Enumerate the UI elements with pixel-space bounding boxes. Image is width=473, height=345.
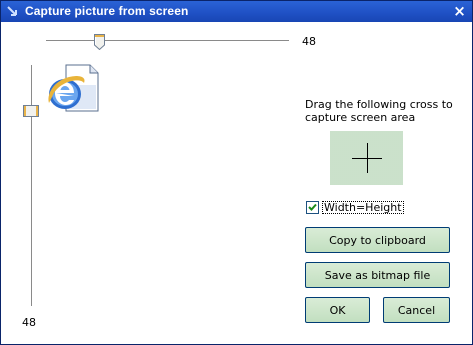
vertical-slider-track	[31, 65, 33, 306]
cancel-button[interactable]: Cancel	[383, 297, 450, 323]
capture-dialog: Capture picture from screen × 48 48 Drag…	[0, 0, 473, 345]
window-title: Capture picture from screen	[25, 4, 189, 18]
horizontal-size-slider[interactable]	[41, 34, 291, 51]
crosshair-drag-area[interactable]	[330, 131, 403, 185]
close-button[interactable]: ×	[451, 3, 468, 19]
internet-explorer-document-icon	[46, 63, 100, 115]
arrow-icon	[6, 5, 18, 17]
copy-to-clipboard-button[interactable]: Copy to clipboard	[305, 227, 450, 253]
width-equals-height-label: Width=Height	[322, 201, 404, 214]
save-as-bitmap-button[interactable]: Save as bitmap file	[305, 262, 450, 288]
vertical-size-value: 48	[22, 316, 36, 329]
width-equals-height-checkbox[interactable]	[306, 201, 319, 214]
capture-instructions: Drag the following cross to capture scre…	[305, 98, 453, 124]
vertical-slider-thumb[interactable]	[23, 105, 39, 117]
title-bar[interactable]: Capture picture from screen ×	[1, 1, 472, 22]
horizontal-slider-thumb[interactable]	[94, 34, 105, 51]
horizontal-size-value: 48	[302, 35, 316, 48]
vertical-size-slider[interactable]	[23, 63, 39, 308]
ok-button[interactable]: OK	[305, 297, 370, 323]
horizontal-slider-track	[46, 40, 289, 42]
